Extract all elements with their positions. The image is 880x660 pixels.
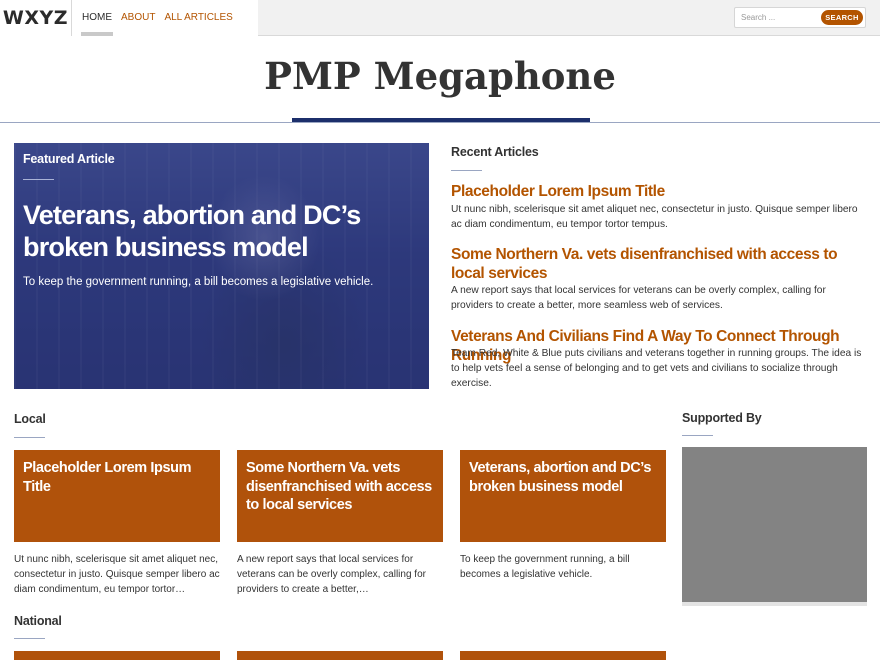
nav-about-link[interactable]: ABOUT [121, 12, 155, 23]
sponsor-ad-placeholder[interactable] [682, 447, 867, 602]
local-card-title[interactable]: Some Northern Va. vets disenfranchised w… [246, 459, 436, 515]
local-heading: Local [14, 412, 46, 426]
local-card-excerpt: A new report says that local services fo… [237, 554, 426, 595]
recent-articles-rule [451, 170, 482, 171]
top-navigation-bar: WXYZ HOME ABOUT ALL ARTICLES SEARCH [0, 0, 880, 36]
national-card[interactable] [460, 651, 666, 660]
nav-home-link[interactable]: HOME [81, 12, 113, 36]
featured-label: Featured Article [23, 152, 115, 166]
local-card-title[interactable]: Placeholder Lorem Ipsum Title [23, 459, 213, 496]
national-rule [14, 638, 45, 639]
search-button[interactable]: SEARCH [821, 10, 863, 25]
featured-dek: To keep the government running, a bill b… [23, 276, 374, 288]
featured-photo-overlay [14, 143, 429, 389]
site-logo[interactable]: WXYZ [0, 0, 72, 36]
featured-label-rule [23, 179, 54, 180]
national-card[interactable] [14, 651, 220, 660]
sponsor-ad-shadow [682, 602, 867, 606]
local-card-excerpt: To keep the government running, a bill b… [460, 554, 630, 580]
search-form: SEARCH [734, 7, 866, 28]
featured-headline[interactable]: Veterans, abortion and DC’s broken busin… [23, 199, 418, 263]
national-card[interactable] [237, 651, 443, 660]
main-nav: HOME ABOUT ALL ARTICLES [72, 0, 258, 36]
search-input[interactable] [735, 8, 821, 27]
recent-article-excerpt: Team Red, White & Blue puts civilians an… [451, 348, 862, 389]
recent-article-title[interactable]: Some Northern Va. vets disenfranchised w… [451, 245, 866, 283]
local-card[interactable]: Veterans, abortion and DC’s broken busin… [460, 450, 666, 542]
local-rule [14, 437, 45, 438]
nav-all-articles-link[interactable]: ALL ARTICLES [164, 12, 232, 23]
local-card-title[interactable]: Veterans, abortion and DC’s broken busin… [469, 459, 659, 496]
national-heading: National [14, 614, 62, 628]
supported-by-rule [682, 435, 713, 436]
header-divider [0, 122, 880, 123]
local-card[interactable]: Placeholder Lorem Ipsum Title [14, 450, 220, 542]
recent-articles-heading: Recent Articles [451, 145, 539, 159]
supported-by-heading: Supported By [682, 411, 762, 425]
recent-article-title[interactable]: Placeholder Lorem Ipsum Title [451, 182, 866, 201]
site-title[interactable]: PMP Megaphone [0, 54, 880, 98]
recent-article-excerpt: A new report says that local services fo… [451, 285, 826, 311]
masthead: PMP Megaphone [0, 36, 880, 122]
local-card[interactable]: Some Northern Va. vets disenfranchised w… [237, 450, 443, 542]
local-card-excerpt: Ut nunc nibh, scelerisque sit amet aliqu… [14, 554, 220, 595]
featured-article[interactable]: Featured Article Veterans, abortion and … [14, 143, 429, 389]
recent-article-excerpt: Ut nunc nibh, scelerisque sit amet aliqu… [451, 204, 858, 230]
